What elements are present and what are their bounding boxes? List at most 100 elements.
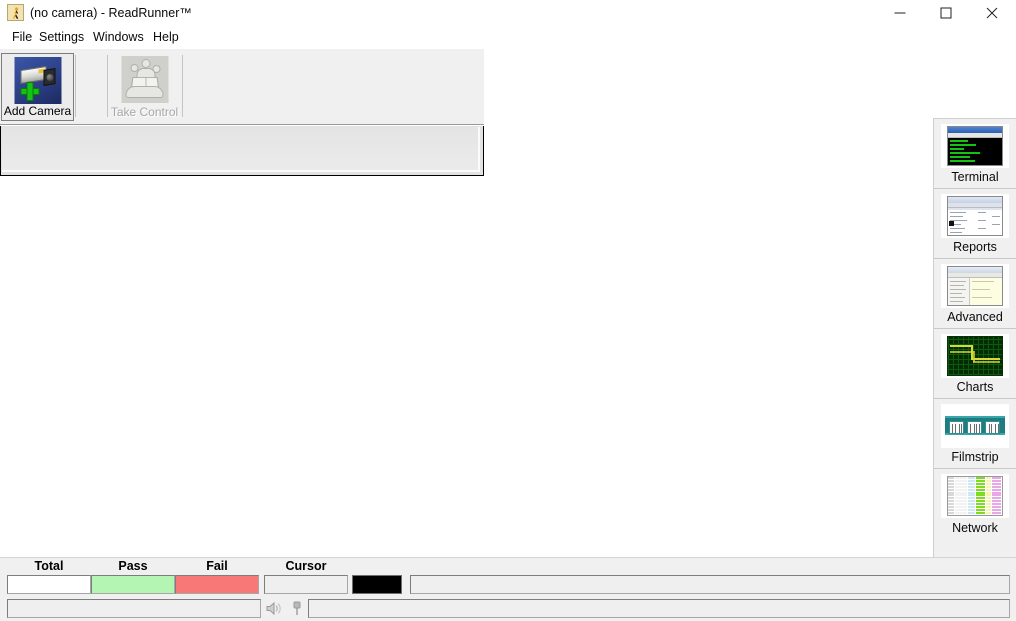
network-thumbnail-cell [948,491,954,494]
speaker-mute-icon[interactable] [265,600,283,617]
menu-item-help[interactable]: Help [147,29,185,46]
fail-field[interactable] [175,575,259,594]
network-thumbnail-cell [948,511,954,514]
network-thumbnail-cell [968,488,975,491]
window-title: (no camera) - ReadRunner™ [30,6,192,20]
network-thumbnail-cell [992,477,1001,479]
toolbar-separator-1 [75,55,76,117]
network-thumbnail-cell [986,488,991,491]
total-field[interactable] [7,575,91,594]
speaker-mute-glyph [266,601,281,616]
view-sidebar: Terminal Reports Advanced Charts Filmstr… [933,118,1016,558]
network-thumbnail-cell [948,508,954,511]
network-thumbnail-cell [992,485,1001,488]
status-header-fail: Fail [206,559,228,573]
filmstrip-thumbnail [941,404,1009,448]
status-header-cursor: Cursor [285,559,327,573]
status-header-total: Total [34,559,64,573]
sidebar-item-terminal[interactable]: Terminal [934,119,1016,189]
close-button[interactable] [969,0,1015,26]
network-thumbnail-cell [992,503,1001,506]
minimize-icon [894,12,906,14]
network-thumbnail-cell [968,485,975,488]
network-thumbnail-cell [976,488,985,491]
menu-item-windows[interactable]: Windows [87,29,150,46]
take-control-button[interactable]: Take Control [108,53,181,121]
network-thumbnail-cell [986,491,991,494]
status-header-pass: Pass [118,559,148,573]
marker-pin-icon[interactable] [288,600,306,617]
network-thumbnail-cell [992,482,1001,485]
terminal-thumbnail [941,124,1009,168]
network-thumbnail-cell [955,500,967,503]
status-info-field[interactable] [308,599,1010,618]
network-thumbnail-row [948,477,1002,479]
status-bar-separator [0,557,1016,558]
network-thumbnail-cell [968,500,975,503]
network-thumbnail-cell [968,491,975,494]
app-icon [7,4,24,21]
network-thumbnail-cell [986,485,991,488]
network-thumbnail-cell [986,477,991,479]
network-thumbnail-cell [992,497,1001,500]
network-thumbnail-cell [976,494,985,497]
network-thumbnail-cell [992,500,1001,503]
network-thumbnail-cell [955,482,967,485]
network-thumbnail-cell [955,477,967,479]
network-thumbnail-cell [955,488,967,491]
network-thumbnail-cell [955,485,967,488]
network-thumbnail-cell [948,482,954,485]
add-camera-label: Add Camera [3,104,72,118]
network-thumbnail-row [948,497,1002,500]
minimize-button[interactable] [877,0,923,26]
network-thumbnail-cell [976,500,985,503]
pass-field[interactable] [91,575,175,594]
network-thumbnail-cell [986,482,991,485]
sidebar-item-advanced[interactable]: Advanced [934,259,1016,329]
advanced-thumbnail [941,264,1009,308]
network-thumbnail-cell [992,491,1001,494]
network-thumbnail-cell [948,500,954,503]
network-thumbnail-cell [986,508,991,511]
network-thumbnail-cell [948,494,954,497]
network-thumbnail-cell [968,477,975,479]
take-control-icon [121,56,168,103]
network-thumbnail-cell [968,494,975,497]
network-thumbnail-cell [992,508,1001,511]
network-thumbnail-cell [948,479,954,482]
network-thumbnail-cell [955,508,967,511]
network-thumbnail-cell [976,506,985,508]
sidebar-label-filmstrip: Filmstrip [951,450,999,464]
network-thumbnail-row [948,479,1002,482]
main-toolbar: Add Camera Take Control [0,49,484,125]
sidebar-item-reports[interactable]: Reports [934,189,1016,259]
network-thumbnail-cell [955,511,967,514]
sidebar-item-charts[interactable]: Charts [934,329,1016,399]
network-thumbnail-row [948,494,1002,497]
status-bar: Total Pass Fail Cursor [0,557,1016,621]
add-camera-button[interactable]: Add Camera [1,53,74,121]
network-thumbnail-cell [986,506,991,508]
camera-list-panel-inner [2,127,480,172]
status-log-field[interactable] [7,599,261,618]
network-thumbnail-cell [968,482,975,485]
network-thumbnail [941,474,1009,518]
network-thumbnail-row [948,500,1002,503]
network-thumbnail-cell [976,491,985,494]
menu-item-settings[interactable]: Settings [33,29,90,46]
close-icon [986,7,998,19]
network-thumbnail-cell [968,479,975,482]
sidebar-label-network: Network [952,521,998,535]
maximize-icon [940,7,952,19]
maximize-button[interactable] [923,0,969,26]
network-thumbnail-cell [986,497,991,500]
network-thumbnail-cell [986,503,991,506]
sidebar-item-network[interactable]: Network [934,469,1016,539]
network-thumbnail-cell [992,494,1001,497]
cursor-color-swatch[interactable] [352,575,402,594]
sidebar-item-filmstrip[interactable]: Filmstrip [934,399,1016,469]
network-thumbnail-cell [976,497,985,500]
cursor-field[interactable] [264,575,348,594]
status-message-field[interactable] [410,575,1010,594]
network-thumbnail-cell [948,506,954,508]
